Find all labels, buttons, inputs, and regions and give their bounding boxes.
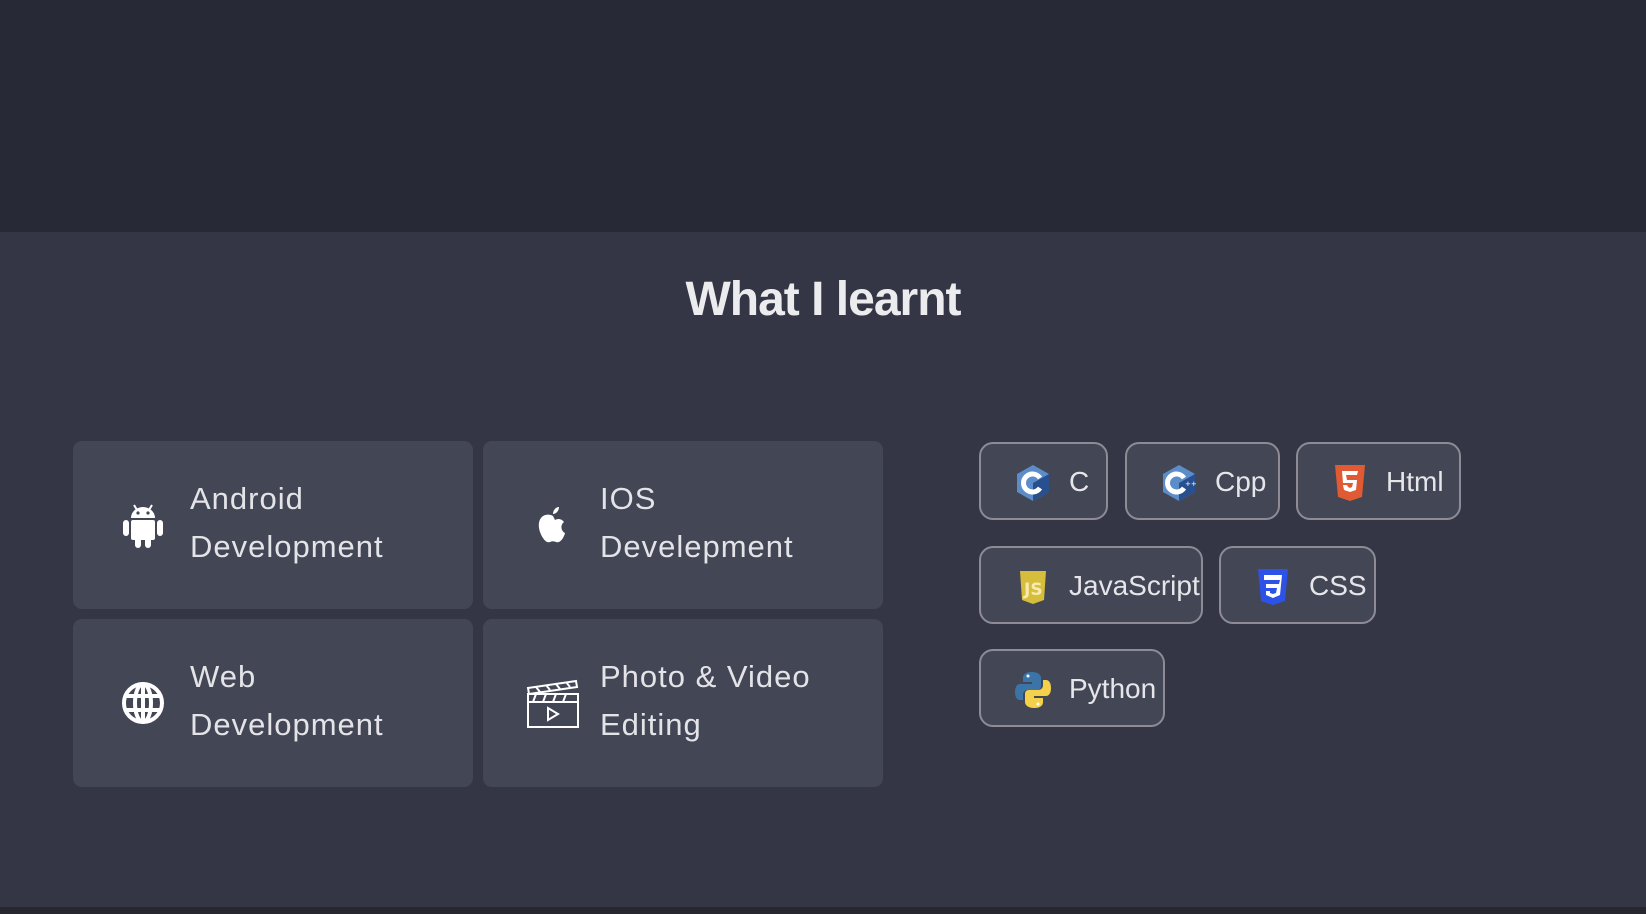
- skill-label: Cpp: [1215, 466, 1267, 497]
- apple-icon: [523, 495, 583, 555]
- footer-band: [0, 907, 1646, 914]
- card-line2: Develepment: [600, 529, 794, 564]
- c-logo-icon: [1017, 465, 1049, 501]
- skill-chip-css: CSS: [1219, 546, 1376, 624]
- skill-chip-python: Python: [979, 649, 1165, 727]
- card-line2: Editing: [600, 707, 702, 742]
- card-android-development: Android Development: [73, 441, 473, 609]
- card-line2: Development: [190, 529, 384, 564]
- android-icon: [113, 495, 173, 555]
- js-logo-icon: JS: [1020, 571, 1046, 604]
- skill-chip-cpp: ++ Cpp: [1125, 442, 1280, 520]
- clapperboard-icon: [523, 673, 583, 733]
- skill-chip-c: C: [979, 442, 1108, 520]
- card-line1: Photo & Video: [600, 659, 811, 694]
- card-line1: Web: [190, 659, 257, 694]
- skill-label: JavaScript: [1069, 570, 1200, 601]
- python-logo-icon: [1015, 672, 1051, 708]
- card-line2: Development: [190, 707, 384, 742]
- svg-text:JS: JS: [1023, 580, 1043, 600]
- header-band: [0, 0, 1646, 232]
- skill-label: CSS: [1309, 570, 1367, 601]
- skill-chip-javascript: JS JavaScript: [979, 546, 1203, 624]
- css3-logo-icon: [1258, 569, 1288, 605]
- skill-label: Html: [1386, 466, 1444, 497]
- skill-chip-html: Html: [1296, 442, 1461, 520]
- card-web-development: Web Development: [73, 619, 473, 787]
- cpp-logo-icon: ++: [1163, 465, 1197, 501]
- skill-label: Python: [1069, 673, 1157, 704]
- svg-text:++: ++: [1185, 480, 1197, 488]
- globe-icon: [113, 673, 173, 733]
- section-title: What I learnt: [685, 273, 961, 326]
- card-line1: IOS: [600, 481, 657, 516]
- html5-logo-icon: [1335, 465, 1365, 501]
- card-ios-development: IOS Develepment: [483, 441, 883, 609]
- skill-label: C: [1069, 466, 1090, 497]
- card-line1: Android: [190, 481, 304, 516]
- card-photo-video-editing: Photo & Video Editing: [483, 619, 883, 787]
